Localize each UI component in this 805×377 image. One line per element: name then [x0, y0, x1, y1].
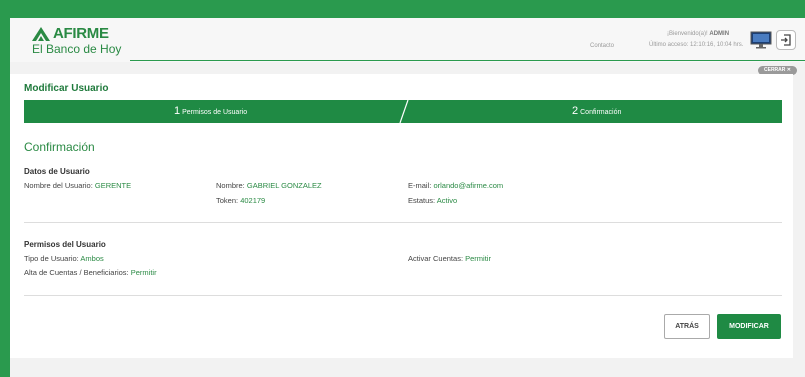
close-icon: ✕	[786, 67, 791, 73]
back-button[interactable]: ATRÁS	[664, 314, 710, 339]
header: AFIRME El Banco de Hoy Contacto ¡Bienven…	[10, 18, 805, 62]
afirme-logo-icon	[32, 26, 50, 41]
status-field: Estatus: Activo	[408, 196, 458, 205]
accounts-beneficiaries-field: Alta de Cuentas / Beneficiarios: Permiti…	[24, 268, 157, 277]
section-title: Confirmación	[24, 140, 95, 154]
user-name: ADMIN	[709, 31, 730, 37]
welcome-prefix: ¡Bienvenido(a)!	[667, 31, 708, 37]
logout-icon	[781, 34, 791, 46]
modify-button[interactable]: MODIFICAR	[717, 314, 781, 339]
wizard-steps: 1 Permisos de Usuario 2 Confirmación	[24, 100, 782, 123]
user-data-heading: Datos de Usuario	[24, 167, 90, 176]
close-label: CERRAR	[764, 67, 786, 73]
monitor-icon[interactable]	[750, 31, 772, 49]
brand-name: AFIRME	[53, 25, 109, 42]
modify-user-panel: Modificar Usuario 1 Permisos de Usuario 2…	[10, 74, 793, 358]
contact-link[interactable]: Contacto	[590, 43, 614, 49]
section-divider	[24, 295, 782, 296]
username-field: Nombre del Usuario: GERENTE	[24, 181, 132, 190]
welcome-text: ¡Bienvenido(a)! ADMIN	[667, 31, 729, 37]
step-permissions: 1 Permisos de Usuario	[174, 105, 248, 117]
permissions-heading: Permisos del Usuario	[24, 240, 106, 249]
last-access-text: Último acceso: 12:10:16, 10:04 hrs.	[649, 42, 744, 48]
logo: AFIRME El Banco de Hoy	[32, 25, 121, 56]
section-divider	[24, 222, 782, 223]
logout-button[interactable]	[776, 30, 796, 50]
app-frame: AFIRME El Banco de Hoy Contacto ¡Bienven…	[10, 18, 805, 377]
token-field: Token: 402179	[216, 196, 266, 205]
email-field: E-mail: orlando@afirme.com	[408, 181, 504, 190]
activate-accounts-field: Activar Cuentas: Permitir	[408, 254, 491, 263]
step-separator-icon	[399, 100, 409, 123]
user-type-field: Tipo de Usuario: Ambos	[24, 254, 104, 263]
brand-tagline: El Banco de Hoy	[32, 42, 122, 56]
step-confirmation: 2 Confirmación	[572, 105, 622, 117]
page-title: Modificar Usuario	[24, 83, 109, 94]
header-divider	[130, 60, 805, 61]
name-field: Nombre: GABRIEL GONZALEZ	[216, 181, 322, 190]
